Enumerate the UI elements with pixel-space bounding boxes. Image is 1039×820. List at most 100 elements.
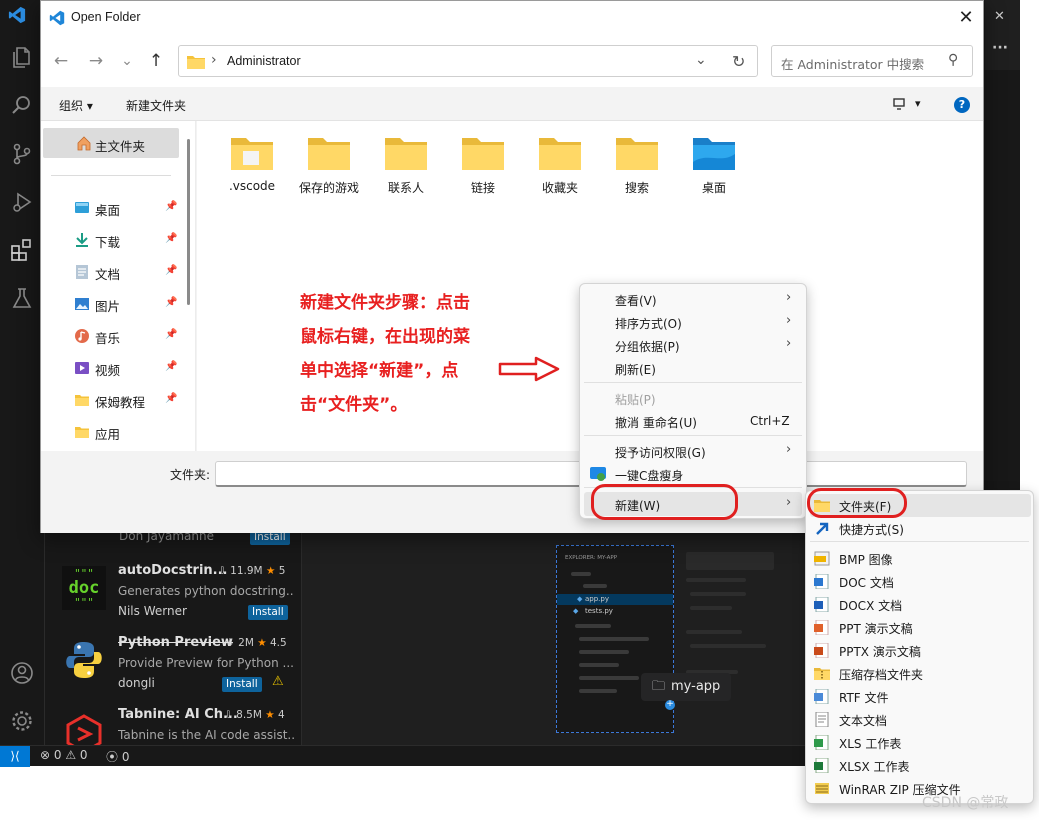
breadcrumb-current[interactable]: Administrator xyxy=(227,54,301,68)
pin-icon[interactable]: 📌 xyxy=(165,393,177,404)
menu-item-disk-cleanup[interactable]: 一键C盘瘦身 xyxy=(580,463,806,485)
warning-icon[interactable]: ⚠ xyxy=(272,674,284,689)
run-debug-icon[interactable] xyxy=(9,189,35,215)
install-button[interactable]: Install xyxy=(222,677,262,692)
submenu-item-xlsx[interactable]: XLSX 工作表 xyxy=(806,754,1033,777)
explorer-icon[interactable] xyxy=(9,44,35,70)
sidebar-item-videos[interactable]: 视频 📌 xyxy=(41,356,181,380)
ports-indicator[interactable]: ⦿ 0 xyxy=(106,748,129,765)
winrar-icon xyxy=(815,783,829,794)
pin-icon[interactable]: 📌 xyxy=(165,361,177,372)
menu-item-view[interactable]: 查看(V) › xyxy=(580,288,806,310)
help-icon[interactable]: ? xyxy=(954,97,970,113)
submenu-item-xls[interactable]: XLS 工作表 xyxy=(806,731,1033,754)
sidebar-item-home[interactable]: 主文件夹 xyxy=(43,128,179,158)
menu-item-paste[interactable]: 粘贴(P) xyxy=(580,387,806,409)
menu-item-sort-by[interactable]: 排序方式(O) › xyxy=(580,311,806,333)
sidebar-item-apps[interactable]: 应用 xyxy=(41,420,181,444)
file-item-links[interactable]: 链接 xyxy=(445,129,521,199)
menu-item-group-by[interactable]: 分组依据(P) › xyxy=(580,334,806,356)
submenu-item-ppt[interactable]: PPT 演示文稿 xyxy=(806,616,1033,639)
extension-description: Tabnine is the AI code assist... xyxy=(118,728,294,742)
problems-indicator[interactable]: ⊗ 0 ⚠ 0 xyxy=(40,748,88,762)
source-control-icon[interactable] xyxy=(9,141,35,167)
video-icon xyxy=(75,362,89,374)
organize-menu-button[interactable]: 组织 ▾ xyxy=(59,97,93,114)
pin-icon[interactable]: 📌 xyxy=(165,329,177,340)
sidebar-scrollbar[interactable] xyxy=(187,139,190,305)
explorer-preview: EXPLORER: MY-APP ◆ app.py ◆ tests.py xyxy=(556,545,674,733)
address-dropdown-icon[interactable]: ⌄ xyxy=(695,52,707,68)
submenu-item-text[interactable]: 文本文档 xyxy=(806,708,1033,731)
sidebar-item-tutorial[interactable]: 保姆教程 📌 xyxy=(41,388,181,412)
menu-item-refresh[interactable]: 刷新(E) xyxy=(580,357,806,379)
file-item-searches[interactable]: 搜索 xyxy=(599,129,675,199)
view-options-icon[interactable] xyxy=(893,98,905,110)
search-icon[interactable]: ⚲ xyxy=(948,52,958,68)
highlight-oval-new xyxy=(591,484,738,520)
submenu-item-bmp[interactable]: BMP 图像 xyxy=(806,547,1033,570)
submenu-item-docx[interactable]: DOCX 文档 xyxy=(806,593,1033,616)
autodocstring-logo-icon: """ doc """ xyxy=(62,566,106,610)
sidebar-item-music[interactable]: 音乐 📌 xyxy=(41,324,181,348)
sidebar-item-documents[interactable]: 文档 📌 xyxy=(41,260,181,284)
new-folder-button[interactable]: 新建文件夹 xyxy=(126,97,186,114)
dialog-title: Open Folder xyxy=(71,10,141,24)
file-item-contacts[interactable]: 联系人 xyxy=(368,129,444,199)
drag-folder-tag: 🗀 my-app + xyxy=(641,673,731,710)
instruction-annotation: 新建文件夹步骤：点击 鼠标右键，在出现的菜 单中选择“新建”，点 击“文件夹”。 xyxy=(300,293,470,415)
rtf-icon xyxy=(814,689,829,704)
sidebar-item-pictures[interactable]: 图片 📌 xyxy=(41,292,181,316)
pin-icon[interactable]: 📌 xyxy=(165,201,177,212)
sidebar-item-desktop[interactable]: 桌面 📌 xyxy=(41,196,181,220)
up-button[interactable]: ↑ xyxy=(144,49,168,73)
testing-icon[interactable] xyxy=(9,285,35,311)
extension-item-python-preview[interactable]: Python Preview ⇩ 2M ★ 4.5 Provide Previe… xyxy=(46,632,302,704)
pin-icon[interactable]: 📌 xyxy=(165,265,177,276)
submenu-item-pptx[interactable]: PPTX 演示文稿 xyxy=(806,639,1033,662)
extension-description: Generates python docstring... xyxy=(118,584,294,598)
pin-icon[interactable]: 📌 xyxy=(165,297,177,308)
recent-locations-button[interactable]: ⌄ xyxy=(115,49,139,73)
submenu-item-rtf[interactable]: RTF 文件 xyxy=(806,685,1033,708)
download-count: ⇩ 11.9M ★ 5 xyxy=(218,565,286,577)
folder-icon xyxy=(462,138,504,170)
extensions-icon[interactable] xyxy=(9,237,35,263)
remote-indicator-icon[interactable]: ⟩⟨ xyxy=(0,746,30,767)
window-close-icon[interactable]: ✕ xyxy=(994,9,1005,24)
forward-button[interactable]: → xyxy=(84,49,108,73)
settings-gear-icon[interactable] xyxy=(9,708,35,734)
menu-item-undo-rename[interactable]: 撤消 重命名(U) Ctrl+Z xyxy=(580,410,806,432)
install-button[interactable]: Install xyxy=(248,605,288,620)
bmp-icon xyxy=(814,551,830,566)
doc-icon xyxy=(814,574,829,589)
annotation-arrow-icon xyxy=(498,356,560,382)
submenu-item-doc[interactable]: DOC 文档 xyxy=(806,570,1033,593)
submenu-item-shortcut[interactable]: 快捷方式(S) xyxy=(806,517,1033,540)
file-item-vscode[interactable]: .vscode xyxy=(214,129,290,199)
refresh-icon[interactable]: ↻ xyxy=(732,52,745,71)
sidebar-item-downloads[interactable]: 下载 📌 xyxy=(41,228,181,252)
extension-title: Python Preview xyxy=(118,635,233,650)
folder-icon xyxy=(75,427,89,438)
back-button[interactable]: ← xyxy=(49,49,73,73)
file-item-desktop[interactable]: 桌面 xyxy=(676,129,752,199)
music-icon xyxy=(75,329,89,343)
menu-item-give-access[interactable]: 授予访问权限(G) › xyxy=(580,440,806,462)
extension-item-autodocstring[interactable]: """ doc """ autoDocstrin... ⇩ 11.9M ★ 5 … xyxy=(46,560,302,632)
search-box[interactable]: 在 Administrator 中搜索 ⚲ xyxy=(771,45,973,77)
disk-cleanup-icon xyxy=(590,467,606,481)
submenu-item-zip-folder[interactable]: 压缩存档文件夹 xyxy=(806,662,1033,685)
file-item-saved-games[interactable]: 保存的游戏 xyxy=(291,129,367,199)
close-button[interactable]: ✕ xyxy=(957,9,975,27)
file-item-favorites[interactable]: 收藏夹 xyxy=(522,129,598,199)
account-icon[interactable] xyxy=(9,660,35,686)
address-bar[interactable]: › Administrator ⌄ ↻ xyxy=(178,45,758,77)
extensions-panel: Don Jayamanne Install """ doc """ autoDo… xyxy=(46,529,302,754)
search-icon[interactable] xyxy=(9,92,35,118)
python-logo-icon xyxy=(66,642,102,678)
view-dropdown-icon[interactable]: ▾ xyxy=(915,97,921,110)
more-actions-icon[interactable]: ··· xyxy=(992,40,1008,56)
pin-icon[interactable]: 📌 xyxy=(165,233,177,244)
shortcut-icon xyxy=(816,522,829,535)
